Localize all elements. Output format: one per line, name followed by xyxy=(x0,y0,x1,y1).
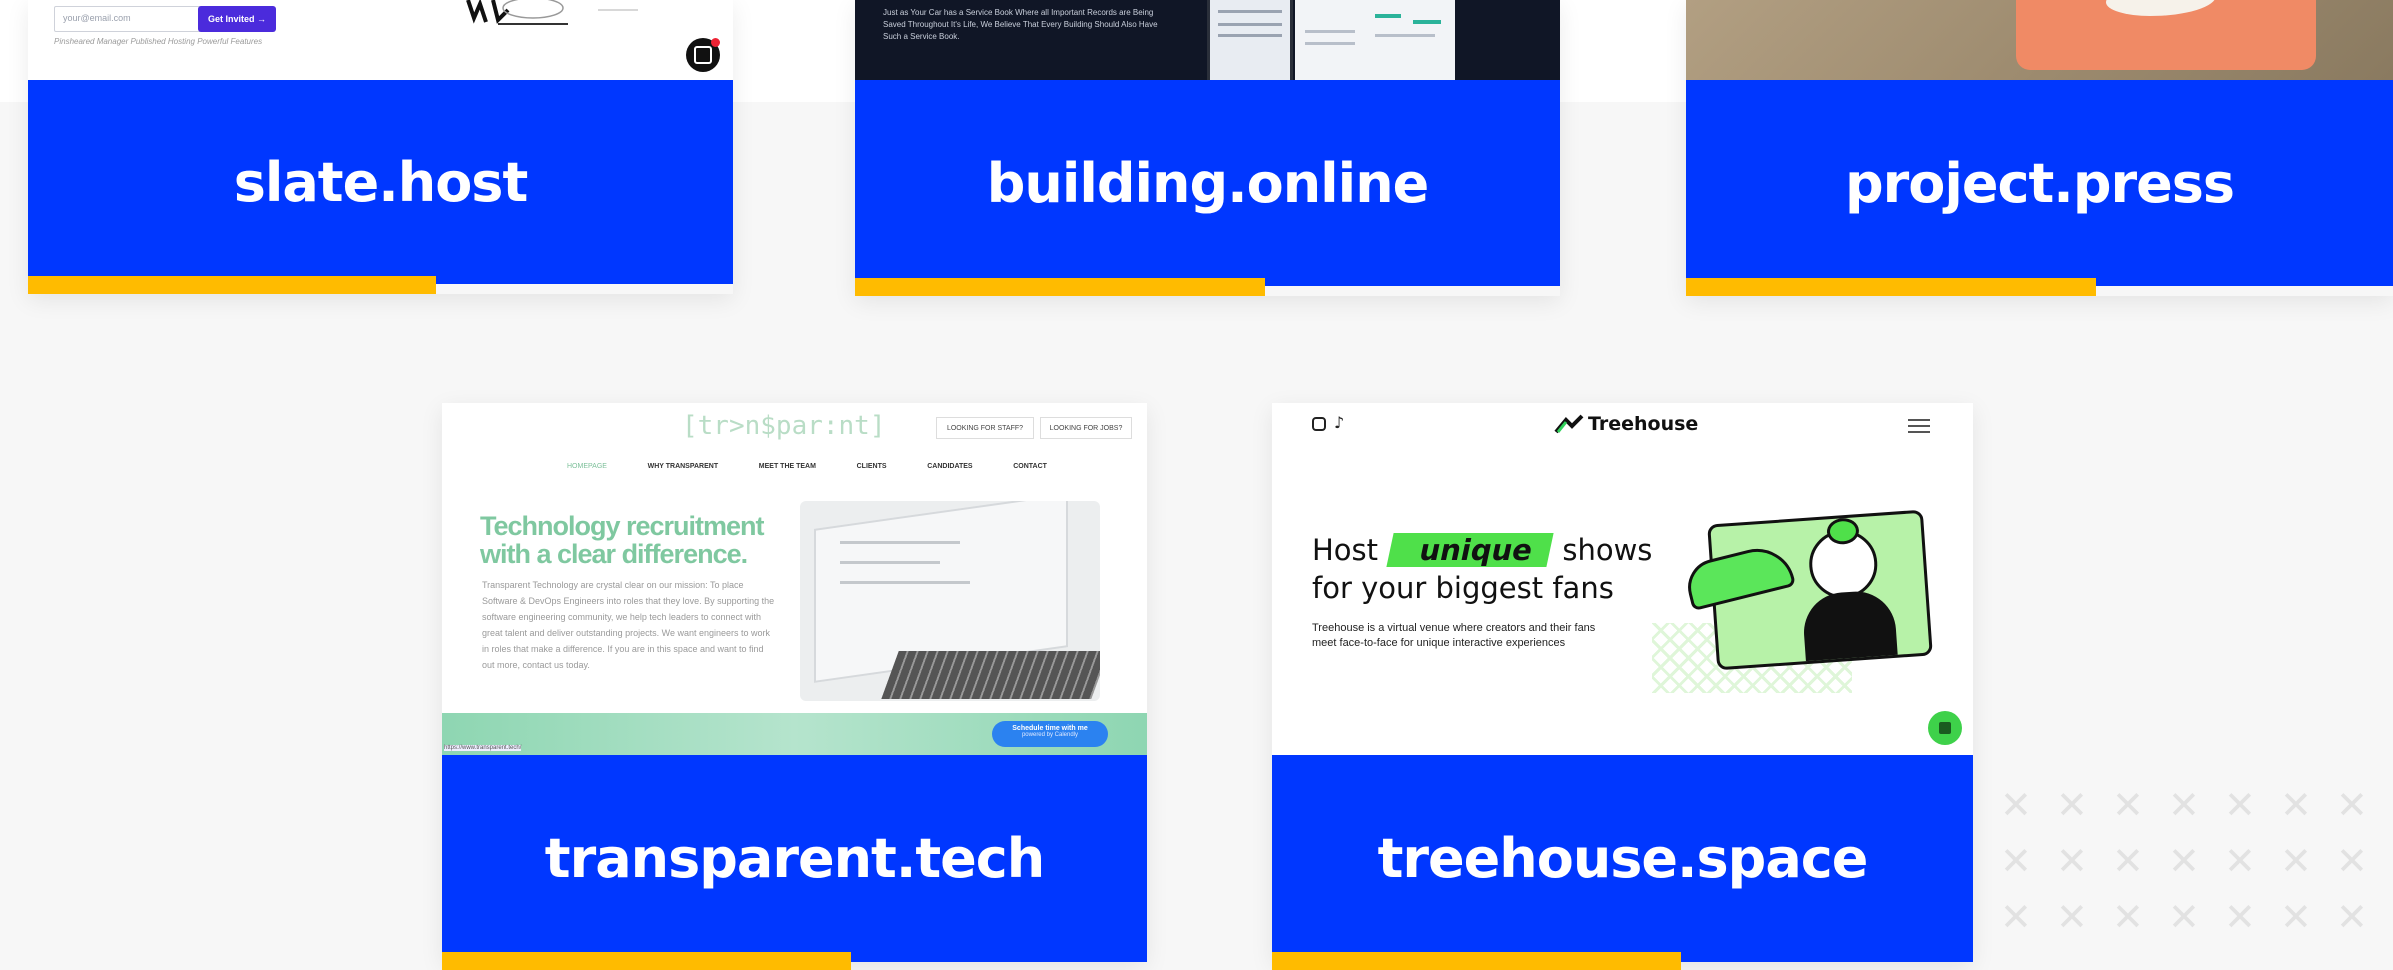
site-label: project.press xyxy=(1844,151,2235,215)
site-screenshot: ♪ Treehouse Host unique shows for your b… xyxy=(1272,403,1973,755)
tiktok-icon: ♪ xyxy=(1334,413,1345,432)
desktop-mockup xyxy=(1295,0,1455,80)
nav-item: WHY TRANSPARENT xyxy=(647,463,719,470)
site-screenshot: your@email.com Get Invited → Pinsheared … xyxy=(28,0,733,80)
illustration-figures xyxy=(466,0,638,25)
x-pattern: ✕ ✕ ✕ ✕ ✕ ✕ ✕ ✕ ✕ ✕ ✕ ✕ ✕ ✕ ✕ ✕ ✕ ✕ ✕ ✕ ✕ xyxy=(2000,783,2368,939)
site-nav: HOMEPAGE WHY TRANSPARENT MEET THE TEAM C… xyxy=(567,463,1047,470)
accent-bar xyxy=(1272,952,1681,970)
get-invited-label: Get Invited → xyxy=(207,14,266,24)
blurb-line-3: Such a Service Book. xyxy=(883,32,960,41)
accent-bar xyxy=(855,278,1265,296)
hero-headline-1: Technology recruitment xyxy=(480,511,765,541)
chat-icon xyxy=(1928,711,1962,745)
hero-line-1: Host unique shows xyxy=(1312,533,1652,567)
email-placeholder: your@email.com xyxy=(63,13,131,23)
brand-name: Treehouse xyxy=(1588,413,1699,435)
schedule-sub: powered by Calendly xyxy=(1021,732,1079,738)
portfolio-card-slate[interactable]: your@email.com Get Invited → Pinsheared … xyxy=(28,0,733,294)
nav-item: MEET THE TEAM xyxy=(758,463,816,470)
hero-shows: shows xyxy=(1562,533,1653,567)
hero-sub-2: meet face-to-face for unique interactive… xyxy=(1312,637,1566,649)
portfolio-card-treehouse[interactable]: ♪ Treehouse Host unique shows for your b… xyxy=(1272,403,1973,970)
logo-text: [tr>n$par:nt] xyxy=(682,411,886,441)
staff-button: LOOKING FOR STAFF? xyxy=(936,417,1034,439)
nav-item: CANDIDATES xyxy=(927,463,973,470)
site-label: treehouse.space xyxy=(1377,827,1869,890)
staff-button-label: LOOKING FOR STAFF? xyxy=(946,424,1024,432)
accent-bar xyxy=(1686,278,2096,296)
site-label-box: treehouse.space xyxy=(1272,755,1973,962)
hero-headline-2: with a clear difference. xyxy=(480,539,748,569)
jobs-button: LOOKING FOR JOBS? xyxy=(1040,417,1132,439)
nav-item: CLIENTS xyxy=(856,463,887,470)
hero-unique: unique xyxy=(1386,533,1554,567)
status-url: https://www.transparent.tech/ xyxy=(444,745,522,751)
email-input: your@email.com xyxy=(54,6,218,32)
portfolio-card-transparent[interactable]: [tr>n$par:nt] LOOKING FOR STAFF? LOOKING… xyxy=(442,403,1147,970)
hero-host: Host xyxy=(1312,533,1379,567)
chat-icon xyxy=(686,38,720,72)
feature-line: Pinsheared Manager Published Hosting Pow… xyxy=(54,37,263,46)
accent-bar xyxy=(28,276,436,294)
treehouse-logo-icon xyxy=(1554,414,1584,434)
hero-line-2: for your biggest fans xyxy=(1312,571,1614,605)
site-screenshot xyxy=(1686,0,2393,80)
instagram-icon xyxy=(1312,417,1326,431)
site-label: slate.host xyxy=(233,150,529,214)
site-label-box: slate.host xyxy=(28,80,733,284)
site-label: building.online xyxy=(986,151,1430,215)
phone-mockup xyxy=(1207,0,1293,80)
site-logo: [tr>n$par:nt] xyxy=(682,411,886,441)
get-invited-button: Get Invited → xyxy=(198,6,276,32)
nav-item: CONTACT xyxy=(1013,463,1047,470)
site-label-box: transparent.tech xyxy=(442,755,1147,962)
accent-bar xyxy=(442,952,851,970)
portfolio-card-building[interactable]: Just as Your Car has a Service Book Wher… xyxy=(855,0,1560,296)
site-label-box: building.online xyxy=(855,80,1560,286)
hero-sub-1: Treehouse is a virtual venue where creat… xyxy=(1312,622,1596,634)
blurb-line-2: Saved Throughout It's Life, We Believe T… xyxy=(883,20,1158,29)
site-label-box: project.press xyxy=(1686,80,2393,286)
site-label: transparent.tech xyxy=(544,827,1045,890)
nav-item: HOMEPAGE xyxy=(567,463,607,470)
blurb-line-1: Just as Your Car has a Service Book Wher… xyxy=(883,8,1154,17)
hero-body: Transparent Technology are crystal clear… xyxy=(482,580,775,670)
site-screenshot: [tr>n$par:nt] LOOKING FOR STAFF? LOOKING… xyxy=(442,403,1147,755)
schedule-label: Schedule time with me xyxy=(1012,725,1088,732)
site-screenshot: Just as Your Car has a Service Book Wher… xyxy=(855,0,1560,80)
hamburger-menu-icon xyxy=(1908,419,1930,433)
treehouse-logo: Treehouse xyxy=(1554,413,1698,435)
laptop-image xyxy=(800,501,1100,701)
schedule-button: Schedule time with me powered by Calendl… xyxy=(992,721,1108,747)
jobs-button-label: LOOKING FOR JOBS? xyxy=(1049,424,1123,432)
portfolio-card-project[interactable]: project.press xyxy=(1686,0,2393,296)
